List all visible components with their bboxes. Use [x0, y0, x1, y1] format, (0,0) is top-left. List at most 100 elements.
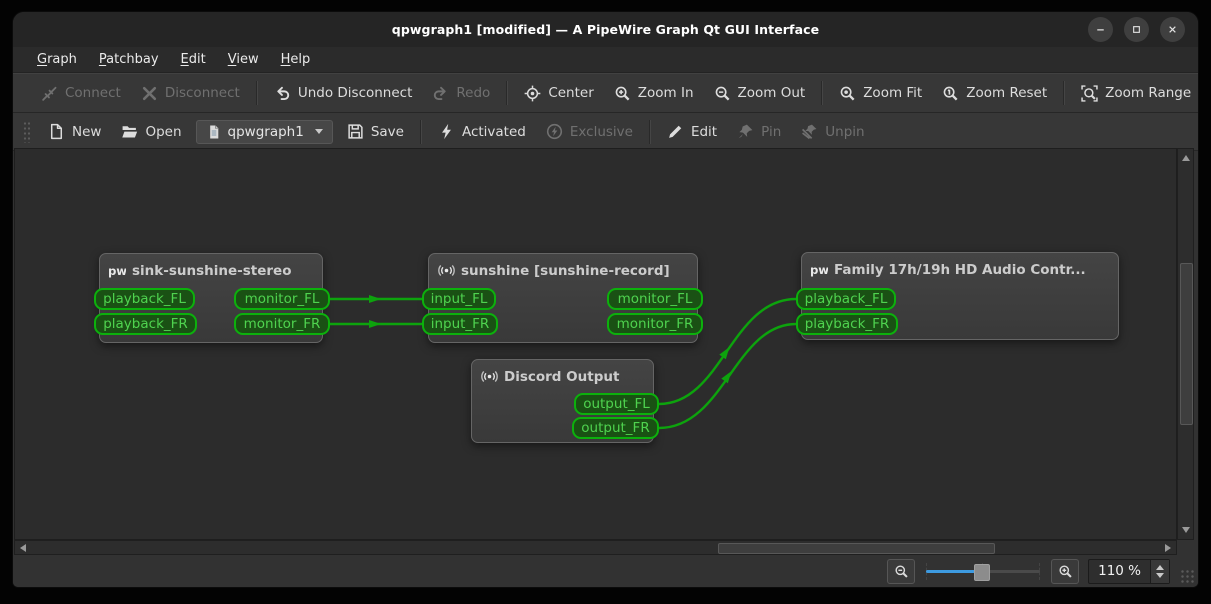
- maximize-icon: [1133, 26, 1140, 33]
- zoom-out-icon: [895, 564, 908, 578]
- unpin-button[interactable]: Unpin: [791, 118, 874, 145]
- port-output-fr[interactable]: output_FR: [572, 417, 659, 439]
- port-input-fr[interactable]: input_FR: [422, 313, 498, 335]
- port-playback-fr[interactable]: playback_FR: [94, 313, 197, 335]
- port-playback-fr[interactable]: playback_FR: [796, 313, 898, 335]
- toolbar-separator: [1063, 81, 1066, 105]
- button-label: Zoom Reset: [966, 85, 1048, 101]
- menu-patchbay[interactable]: Patchbay: [88, 50, 170, 70]
- zoom-slider[interactable]: [924, 560, 1042, 583]
- scroll-left-arrow[interactable]: [20, 544, 26, 552]
- node-title: sunshine [sunshine-record]: [429, 254, 697, 279]
- vertical-scroll-thumb[interactable]: [1180, 263, 1193, 425]
- button-label: Pin: [761, 123, 782, 140]
- zoom-in-icon: [1059, 564, 1072, 578]
- menu-graph[interactable]: Graph: [26, 50, 88, 70]
- window-title: qpwgraph1 [modified] — A PipeWire Graph …: [391, 22, 820, 37]
- zoom-reset-icon: [943, 86, 958, 100]
- disconnect-button[interactable]: Disconnect: [131, 80, 250, 107]
- file-icon: [209, 125, 218, 138]
- redo-button[interactable]: Redo: [422, 80, 500, 107]
- button-label: Undo Disconnect: [297, 85, 413, 101]
- zoom-fit-icon: [840, 86, 855, 100]
- zoom-fit-button[interactable]: Zoom Fit: [829, 80, 932, 107]
- port-monitor-fr[interactable]: monitor_FR: [607, 313, 703, 335]
- zoom-slider-handle[interactable]: [973, 563, 990, 581]
- open-button[interactable]: Open: [111, 118, 191, 145]
- zoom-in-button[interactable]: Zoom In: [604, 80, 704, 107]
- port-playback-fl[interactable]: playback_FL: [796, 288, 896, 310]
- spin-up-arrow[interactable]: [1156, 564, 1164, 570]
- menu-edit[interactable]: Edit: [170, 50, 217, 70]
- horizontal-scroll-thumb[interactable]: [718, 543, 995, 554]
- zoom-range-button[interactable]: Zoom Range: [1071, 80, 1198, 107]
- toolbar-patchbay: New Open qpwgraph1 Save Activated Exclusive Ed…: [13, 113, 1198, 151]
- scroll-right-arrow[interactable]: [1165, 544, 1171, 552]
- zoom-in-button[interactable]: [1051, 558, 1080, 584]
- broadcast-icon: [481, 371, 498, 382]
- button-label: Edit: [690, 123, 718, 140]
- zoom-reset-button[interactable]: Zoom Reset: [932, 80, 1057, 107]
- pin-button[interactable]: Pin: [727, 118, 791, 145]
- undo-disconnect-button[interactable]: Undo Disconnect: [264, 80, 423, 107]
- new-button[interactable]: New: [38, 118, 111, 145]
- center-icon: [524, 85, 541, 101]
- undo-icon: [277, 86, 290, 100]
- toolbar-drag-handle[interactable]: [23, 120, 30, 143]
- button-label: Zoom Range: [1105, 85, 1192, 101]
- node-title: pw sink-sunshine-stereo: [100, 254, 322, 279]
- scroll-down-arrow[interactable]: [1182, 527, 1190, 533]
- zoom-out-button[interactable]: Zoom Out: [704, 80, 816, 107]
- zoom-range-icon: [1081, 84, 1098, 102]
- button-label: Center: [548, 85, 594, 101]
- zoom-out-button[interactable]: [887, 558, 916, 584]
- pin-icon: [738, 124, 753, 139]
- pipewire-icon: pw: [811, 263, 828, 277]
- node-title-text: sunshine [sunshine-record]: [461, 262, 670, 279]
- minimize-button[interactable]: [1088, 17, 1113, 42]
- horizontal-scrollbar[interactable]: [14, 540, 1177, 555]
- zoom-spinbox[interactable]: 110 %: [1088, 558, 1170, 584]
- graph-canvas[interactable]: pw sink-sunshine-stereo sunshine [sunshine…: [14, 148, 1177, 540]
- resize-grip[interactable]: [1180, 569, 1195, 584]
- port-monitor-fl[interactable]: monitor_FL: [607, 288, 703, 310]
- title-bar[interactable]: qpwgraph1 [modified] — A PipeWire Graph …: [13, 12, 1198, 47]
- save-button[interactable]: Save: [337, 118, 414, 145]
- connect-icon: [42, 86, 57, 101]
- button-label: Zoom In: [637, 85, 694, 101]
- toolbar-separator: [506, 81, 509, 105]
- menu-help[interactable]: Help: [270, 50, 322, 70]
- center-button[interactable]: Center: [514, 80, 603, 107]
- node-title-text: sink-sunshine-stereo: [132, 262, 292, 279]
- button-label: Disconnect: [164, 85, 240, 101]
- connect-button[interactable]: Connect: [31, 80, 131, 107]
- maximize-button[interactable]: [1124, 17, 1149, 42]
- zoom-value: 110 %: [1098, 563, 1141, 579]
- menu-view[interactable]: View: [217, 50, 270, 70]
- zoom-out-icon: [715, 86, 729, 100]
- activated-button[interactable]: Activated: [428, 118, 536, 145]
- exclusive-icon: [546, 123, 562, 140]
- button-label: Redo: [456, 85, 491, 101]
- scroll-up-arrow[interactable]: [1182, 155, 1190, 161]
- app-window: qpwgraph1 [modified] — A PipeWire Graph …: [13, 12, 1198, 587]
- svg-text:pw: pw: [109, 264, 126, 278]
- spin-down-arrow[interactable]: [1156, 572, 1164, 578]
- button-label: New: [72, 123, 102, 140]
- vertical-scrollbar[interactable]: [1177, 148, 1194, 540]
- button-label: Zoom Out: [737, 85, 806, 101]
- port-monitor-fr[interactable]: monitor_FR: [234, 313, 330, 335]
- port-input-fl[interactable]: input_FL: [422, 288, 496, 310]
- node-title: Discord Output: [472, 360, 653, 385]
- port-monitor-fl[interactable]: monitor_FL: [234, 288, 330, 310]
- broadcast-icon: [438, 265, 455, 276]
- port-playback-fl[interactable]: playback_FL: [94, 288, 195, 310]
- patchbay-select[interactable]: qpwgraph1: [195, 119, 333, 144]
- close-button[interactable]: [1160, 17, 1185, 42]
- button-label: Exclusive: [569, 123, 633, 140]
- pipewire-icon: pw: [109, 264, 126, 278]
- edit-button[interactable]: Edit: [657, 118, 727, 145]
- port-output-fl[interactable]: output_FL: [574, 393, 659, 415]
- exclusive-button[interactable]: Exclusive: [536, 118, 643, 145]
- desktop: qpwgraph1 [modified] — A PipeWire Graph …: [0, 0, 1211, 604]
